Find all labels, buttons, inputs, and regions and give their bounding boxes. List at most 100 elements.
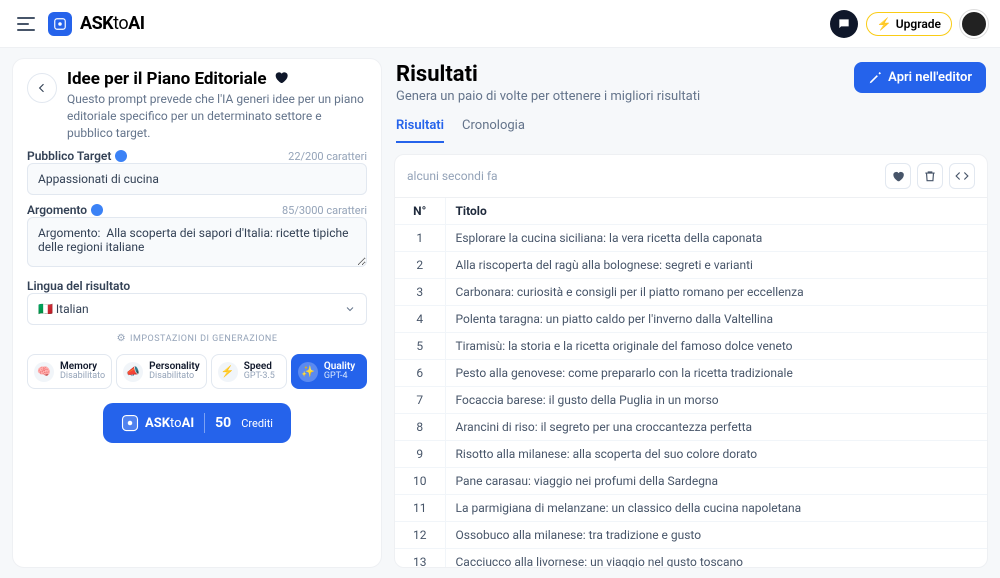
topbar: ASKtoAI ⚡ Upgrade bbox=[0, 0, 1000, 48]
cell-title: Carbonara: curiosità e consigli per il p… bbox=[445, 279, 987, 306]
cell-number: 4 bbox=[395, 306, 445, 333]
table-row: 3Carbonara: curiosità e consigli per il … bbox=[395, 279, 987, 306]
arrow-left-icon bbox=[35, 81, 49, 95]
table-row: 6Pesto alla genovese: come prepararlo co… bbox=[395, 360, 987, 387]
avatar[interactable] bbox=[960, 10, 988, 38]
th-title: Titolo bbox=[445, 198, 987, 225]
delete-result-button[interactable] bbox=[917, 163, 943, 189]
bolt-icon: ⚡ bbox=[218, 362, 238, 382]
table-row: 1Esplorare la cucina siciliana: la vera … bbox=[395, 225, 987, 252]
cell-number: 10 bbox=[395, 468, 445, 495]
cell-title: Esplorare la cucina siciliana: la vera r… bbox=[445, 225, 987, 252]
chat-button[interactable] bbox=[830, 10, 858, 38]
lang-label: Lingua del risultato bbox=[27, 279, 367, 293]
prompt-title: Idee per il Piano Editoriale bbox=[67, 69, 267, 89]
heart-icon bbox=[891, 169, 905, 183]
cell-title: Polenta taragna: un piatto caldo per l'i… bbox=[445, 306, 987, 333]
cell-number: 11 bbox=[395, 495, 445, 522]
results-subtitle: Genera un paio di volte per ottenere i m… bbox=[396, 89, 700, 104]
open-editor-button[interactable]: Apri nell'editor bbox=[854, 62, 986, 93]
cell-title: Pesto alla genovese: come prepararlo con… bbox=[445, 360, 987, 387]
cell-number: 2 bbox=[395, 252, 445, 279]
cell-number: 8 bbox=[395, 414, 445, 441]
bolt-icon: ⚡ bbox=[877, 17, 892, 31]
tab-history[interactable]: Cronologia bbox=[462, 110, 525, 143]
results-table: N° Titolo 1Esplorare la cucina siciliana… bbox=[395, 198, 987, 567]
generation-settings-label: ⚙IMPOSTAZIONI DI GENERAZIONE bbox=[27, 333, 367, 344]
language-select[interactable]: 🇮🇹 Italian bbox=[27, 293, 367, 325]
brand-name: ASKtoAI bbox=[80, 13, 144, 34]
mode-quality[interactable]: ✨QualityGPT-4 bbox=[291, 354, 367, 389]
cell-title: Ossobuco alla milanese: tra tradizione e… bbox=[445, 522, 987, 549]
table-row: 5Tiramisù: la storia e la ricetta origin… bbox=[395, 333, 987, 360]
cell-title: Arancini di riso: il segreto per una cro… bbox=[445, 414, 987, 441]
brand-logo-icon bbox=[48, 12, 72, 36]
target-counter: 22/200 caratteri bbox=[288, 150, 367, 163]
cell-title: Tiramisù: la storia e la ricetta origina… bbox=[445, 333, 987, 360]
upgrade-label: Upgrade bbox=[896, 17, 941, 31]
mode-personality[interactable]: 📣PersonalityDisabilitato bbox=[116, 354, 207, 389]
table-row: 11La parmigiana di melanzane: un classic… bbox=[395, 495, 987, 522]
pencil-icon bbox=[868, 71, 882, 85]
language-value: 🇮🇹 Italian bbox=[38, 302, 89, 316]
mode-memory[interactable]: 🧠MemoryDisabilitato bbox=[27, 354, 112, 389]
cell-title: Risotto alla milanese: alla scoperta del… bbox=[445, 441, 987, 468]
table-row: 13Cacciucco alla livornese: un viaggio n… bbox=[395, 549, 987, 568]
info-icon[interactable] bbox=[91, 204, 103, 216]
code-icon bbox=[955, 169, 969, 183]
topic-label: Argomento bbox=[27, 203, 103, 217]
prompt-description: Questo prompt prevede che l'IA generi id… bbox=[67, 91, 367, 141]
result-timeago: alcuni secondi fa bbox=[407, 169, 498, 183]
topic-counter: 85/3000 caratteri bbox=[282, 204, 367, 217]
cell-number: 13 bbox=[395, 549, 445, 568]
topic-input[interactable]: Argomento: Alla scoperta dei sapori d'It… bbox=[27, 217, 367, 267]
cell-number: 6 bbox=[395, 360, 445, 387]
sparkle-icon: ✨ bbox=[298, 362, 318, 382]
cell-title: Alla riscoperta del ragù alla bolognese:… bbox=[445, 252, 987, 279]
heart-icon bbox=[273, 69, 289, 85]
cell-title: Cacciucco alla livornese: un viaggio nel… bbox=[445, 549, 987, 568]
cell-title: Pane carasau: viaggio nei profumi della … bbox=[445, 468, 987, 495]
th-number: N° bbox=[395, 198, 445, 225]
cell-title: Focaccia barese: il gusto della Puglia i… bbox=[445, 387, 987, 414]
target-label: Pubblico Target bbox=[27, 149, 127, 163]
chevron-down-icon bbox=[344, 303, 356, 315]
code-result-button[interactable] bbox=[949, 163, 975, 189]
cell-number: 12 bbox=[395, 522, 445, 549]
menu-button[interactable] bbox=[12, 10, 40, 38]
back-button[interactable] bbox=[27, 73, 57, 103]
chat-icon bbox=[837, 17, 851, 31]
brain-icon: 🧠 bbox=[34, 362, 54, 382]
upgrade-button[interactable]: ⚡ Upgrade bbox=[866, 12, 952, 36]
cell-number: 3 bbox=[395, 279, 445, 306]
cell-number: 5 bbox=[395, 333, 445, 360]
brand-logo-icon bbox=[121, 414, 139, 432]
table-row: 7Focaccia barese: il gusto della Puglia … bbox=[395, 387, 987, 414]
prompt-panel: Idee per il Piano Editoriale Questo prom… bbox=[12, 58, 382, 568]
target-input[interactable] bbox=[27, 163, 367, 195]
table-row: 9Risotto alla milanese: alla scoperta de… bbox=[395, 441, 987, 468]
hamburger-icon bbox=[17, 17, 35, 31]
favorite-button[interactable] bbox=[273, 69, 289, 89]
mode-speed[interactable]: ⚡SpeedGPT-3.5 bbox=[211, 354, 287, 389]
generate-button[interactable]: ASKtoAI 50 Crediti bbox=[103, 403, 291, 443]
favorite-result-button[interactable] bbox=[885, 163, 911, 189]
results-card: alcuni secondi fa N° Titolo 1Esplorare l… bbox=[394, 154, 988, 568]
results-title: Risultati bbox=[396, 62, 700, 87]
cell-title: La parmigiana di melanzane: un classico … bbox=[445, 495, 987, 522]
table-row: 2Alla riscoperta del ragù alla bolognese… bbox=[395, 252, 987, 279]
table-row: 12Ossobuco alla milanese: tra tradizione… bbox=[395, 522, 987, 549]
gear-icon: ⚙ bbox=[117, 333, 126, 344]
megaphone-icon: 📣 bbox=[123, 362, 143, 382]
table-row: 8Arancini di riso: il segreto per una cr… bbox=[395, 414, 987, 441]
tab-results[interactable]: Risultati bbox=[396, 110, 444, 143]
table-row: 10Pane carasau: viaggio nei profumi dell… bbox=[395, 468, 987, 495]
info-icon[interactable] bbox=[115, 150, 127, 162]
credits-label: Crediti bbox=[241, 417, 273, 430]
results-panel: Risultati Genera un paio di volte per ot… bbox=[394, 58, 988, 568]
cell-number: 9 bbox=[395, 441, 445, 468]
cell-number: 7 bbox=[395, 387, 445, 414]
trash-icon bbox=[923, 169, 937, 183]
table-row: 4Polenta taragna: un piatto caldo per l'… bbox=[395, 306, 987, 333]
cell-number: 1 bbox=[395, 225, 445, 252]
